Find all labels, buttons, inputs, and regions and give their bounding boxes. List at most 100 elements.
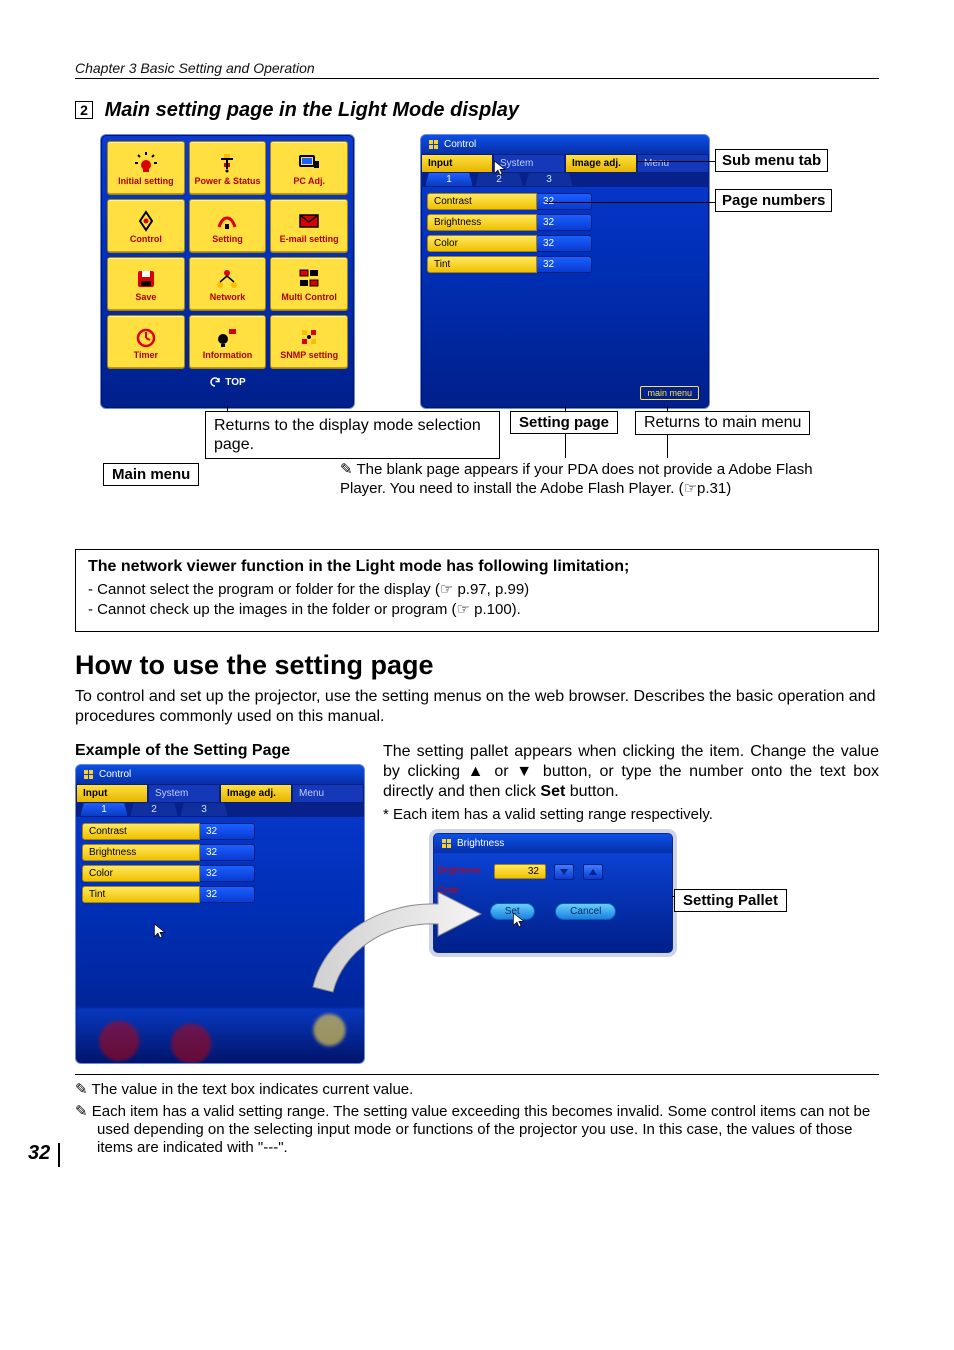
setting-row-value: 32 (200, 886, 255, 903)
setting-row-label: Brightness (82, 844, 200, 861)
page-number-tab-2[interactable]: 2 (130, 803, 178, 817)
setting-row-contrast[interactable]: Contrast32 (82, 823, 358, 840)
snmp-setting-icon (297, 325, 321, 349)
pallet-title-text: Brightness (457, 838, 504, 849)
footnote-item: ✎ The value in the text box indicates cu… (75, 1081, 879, 1099)
pallet-description: The setting pallet appears when clicking… (383, 742, 879, 802)
set-button[interactable]: Set (490, 903, 535, 920)
sub-menu-tab-input[interactable]: Input (421, 154, 493, 173)
main-menu-item-save[interactable]: Save (107, 257, 185, 311)
pc-adj-icon (297, 151, 321, 175)
page-number-tab-2[interactable]: 2 (475, 173, 523, 187)
setting-page-panel: Control InputSystemImage adj.Menu 123 Co… (420, 134, 710, 409)
grid-dots-icon (429, 140, 438, 149)
setting-row-brightness[interactable]: Brightness32 (82, 844, 358, 861)
setting-row-color[interactable]: Color32 (427, 235, 703, 252)
sub-menu-tab-input[interactable]: Input (76, 784, 148, 803)
page-number-tab-3[interactable]: 3 (180, 803, 228, 817)
setting-row-value: 32 (537, 214, 592, 231)
main-menu-item-power-status[interactable]: Power & Status (189, 141, 267, 195)
setting-row-tint[interactable]: Tint32 (427, 256, 703, 273)
top-button-label: TOP (225, 377, 245, 388)
setting-pallet-panel: Brightness Brightness Color 32 Set Cance… (433, 833, 673, 953)
main-menu-item-timer[interactable]: Timer (107, 315, 185, 369)
setting-row-brightness[interactable]: Brightness32 (427, 214, 703, 231)
main-menu-item-label: Control (130, 235, 162, 244)
main-menu-panel: Initial setting Power & Status PC Adj. Cont… (100, 134, 355, 409)
value-textbox[interactable]: 32 (494, 864, 546, 879)
leader-line (547, 202, 715, 203)
pallet-title-bar: Brightness (434, 834, 672, 853)
setting-row-value: 32 (200, 865, 255, 882)
main-menu-item-snmp-setting[interactable]: SNMP setting (270, 315, 348, 369)
panel-title-bar: Control (76, 765, 364, 784)
howto-heading: How to use the setting page (75, 650, 879, 681)
page-number-tab-1[interactable]: 1 (425, 173, 473, 187)
sub-menu-tab-system[interactable]: System (148, 784, 220, 803)
panel-title-bar: Control (421, 135, 709, 154)
email-setting-icon (297, 209, 321, 233)
limitation-title: The network viewer function in the Light… (88, 558, 866, 576)
sub-menu-tab-system[interactable]: System (493, 154, 565, 173)
save-icon (134, 267, 158, 291)
setting-row-label: Tint (427, 256, 537, 273)
setting-row-color[interactable]: Color32 (82, 865, 358, 882)
callout-setting-pallet: Setting Pallet (674, 889, 787, 912)
pallet-row-label-color: Color (438, 885, 460, 895)
main-menu-item-label: Power & Status (194, 177, 260, 186)
main-menu-item-control[interactable]: Control (107, 199, 185, 253)
chapter-header: Chapter 3 Basic Setting and Operation (75, 60, 879, 79)
setting-row-label: Tint (82, 886, 200, 903)
main-menu-item-label: Timer (134, 351, 158, 360)
section-number-box: 2 (75, 101, 93, 119)
main-menu-item-multi-control[interactable]: Multi Control (270, 257, 348, 311)
decorative-blur (76, 1008, 364, 1063)
value-up-button[interactable] (583, 864, 603, 880)
setting-row-value: 32 (537, 256, 592, 273)
top-button[interactable]: TOP (209, 376, 245, 388)
callout-setting-page: Setting page (510, 411, 618, 434)
main-menu-item-initial-setting[interactable]: Initial setting (107, 141, 185, 195)
timer-icon (134, 325, 158, 349)
sub-menu-tab-menu[interactable]: Menu (292, 784, 364, 803)
setting-row-value: 32 (200, 823, 255, 840)
footnote-item: ✎ Each item has a valid setting range. T… (75, 1103, 879, 1157)
limitation-item: - Cannot check up the images in the fold… (88, 600, 866, 620)
setting-row-value: 32 (537, 235, 592, 252)
page-number-bar (58, 1143, 60, 1167)
main-menu-item-e-mail-setting[interactable]: E-mail setting (270, 199, 348, 253)
main-menu-button[interactable]: main menu (640, 386, 699, 400)
callout-returns-main: Returns to main menu (635, 411, 810, 435)
main-menu-item-setting[interactable]: Setting (189, 199, 267, 253)
main-menu-item-network[interactable]: Network (189, 257, 267, 311)
setting-row-label: Contrast (82, 823, 200, 840)
main-menu-item-label: E-mail setting (280, 235, 339, 244)
page-number-tab-1[interactable]: 1 (80, 803, 128, 817)
sub-menu-tab-image-adj-[interactable]: Image adj. (220, 784, 292, 803)
sub-menu-tab-image-adj-[interactable]: Image adj. (565, 154, 637, 173)
pallet-row-label-brightness: Brightness (438, 865, 481, 875)
setting-row-value: 32 (200, 844, 255, 861)
callout-returns-top: Returns to the display mode selection pa… (205, 411, 500, 459)
page-number-tab-3[interactable]: 3 (525, 173, 573, 187)
triangle-down-icon (559, 867, 569, 877)
callout-page-numbers: Page numbers (715, 189, 832, 212)
limitation-item: - Cannot select the program or folder fo… (88, 580, 866, 600)
main-menu-item-label: Initial setting (118, 177, 174, 186)
main-menu-item-pc-adj-[interactable]: PC Adj. (270, 141, 348, 195)
leader-line (637, 161, 715, 162)
setting-row-tint[interactable]: Tint32 (82, 886, 358, 903)
sub-menu-tab-menu[interactable]: Menu (637, 154, 709, 173)
section-title-text: Main setting page in the Light Mode disp… (105, 99, 519, 121)
page-number: 32 (28, 1142, 50, 1165)
howto-body: To control and set up the projector, use… (75, 687, 879, 729)
main-menu-item-label: Information (203, 351, 253, 360)
panel-title-text: Control (444, 139, 476, 150)
main-menu-item-information[interactable]: Information (189, 315, 267, 369)
callout-main-menu: Main menu (103, 463, 199, 486)
cancel-button[interactable]: Cancel (555, 903, 616, 920)
main-menu-item-label: Setting (212, 235, 243, 244)
value-down-button[interactable] (554, 864, 574, 880)
information-icon (215, 325, 239, 349)
main-menu-item-label: Multi Control (281, 293, 337, 302)
